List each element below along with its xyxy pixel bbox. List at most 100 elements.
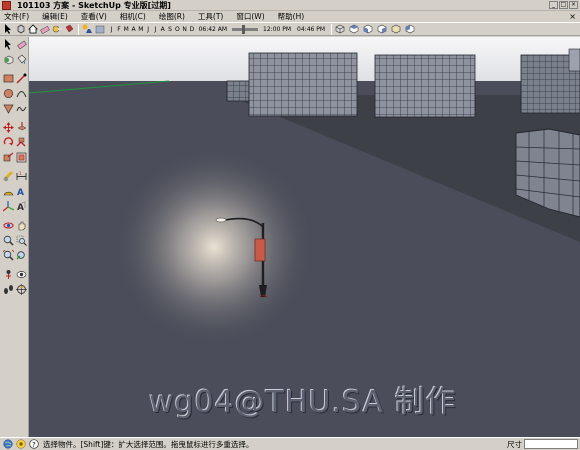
- help-icon[interactable]: ?: [29, 439, 39, 449]
- freehand-icon[interactable]: [15, 103, 27, 115]
- tool-palette: 1 A A: [0, 37, 29, 437]
- close-button[interactable]: ×: [569, 1, 578, 9]
- 3d-viewport[interactable]: wg04@THU.SA 制作: [29, 37, 580, 437]
- building-tower-1: [248, 52, 358, 117]
- month-apr[interactable]: A: [130, 26, 137, 33]
- paint-icon[interactable]: [63, 24, 74, 35]
- maximize-button[interactable]: □: [559, 1, 568, 9]
- rectangle-icon[interactable]: [2, 73, 14, 85]
- window-controls: _ □ ×: [549, 1, 578, 9]
- month-may[interactable]: M: [137, 26, 144, 33]
- left-view-icon[interactable]: [405, 24, 415, 34]
- select-icon[interactable]: [2, 39, 14, 51]
- month-feb[interactable]: F: [115, 26, 122, 33]
- palette-row: [0, 282, 28, 297]
- front-view-icon[interactable]: [363, 24, 373, 34]
- scale-icon[interactable]: [2, 152, 14, 164]
- push-pull-icon[interactable]: [15, 122, 27, 134]
- make-component-icon[interactable]: [2, 54, 14, 66]
- month-dec[interactable]: D: [188, 26, 195, 33]
- back-view-icon[interactable]: [391, 24, 401, 34]
- protractor-icon[interactable]: [2, 186, 14, 198]
- menu-file[interactable]: 文件(F): [4, 11, 29, 22]
- toolbar: J F M A M J J A S O N D 06:42 AM 12:00 P…: [0, 22, 580, 36]
- credits-icon[interactable]: [16, 439, 26, 449]
- month-jul[interactable]: J: [152, 26, 159, 33]
- time-slider[interactable]: [232, 24, 259, 34]
- zoom-extents-icon[interactable]: [2, 250, 14, 262]
- orbit-icon[interactable]: [2, 220, 14, 232]
- palette-row: [0, 52, 28, 67]
- zoom-icon[interactable]: [2, 235, 14, 247]
- svg-text:?: ?: [32, 441, 36, 449]
- shadow-month-selector[interactable]: J F M A M J J A S O N D: [108, 26, 196, 33]
- move-icon[interactable]: [2, 122, 14, 134]
- menu-help[interactable]: 帮助(H): [278, 11, 305, 22]
- select-icon[interactable]: [3, 24, 14, 35]
- arc-icon[interactable]: [15, 88, 27, 100]
- fog-icon[interactable]: [94, 24, 105, 35]
- menu-edit[interactable]: 编辑(E): [42, 11, 68, 22]
- palette-row: [0, 218, 28, 233]
- previous-view-icon[interactable]: [15, 250, 27, 262]
- eraser-icon[interactable]: [15, 39, 27, 51]
- month-jun[interactable]: J: [144, 26, 151, 33]
- palette-row: [0, 101, 28, 116]
- measurements-input[interactable]: [524, 439, 578, 449]
- palette-row: A: [0, 199, 28, 214]
- tape-icon[interactable]: [51, 24, 62, 35]
- month-nov[interactable]: N: [181, 26, 188, 33]
- shadow-icon[interactable]: [82, 24, 93, 35]
- line-icon[interactable]: [15, 73, 27, 85]
- 3d-text-icon[interactable]: A: [15, 201, 27, 213]
- month-jan[interactable]: J: [108, 26, 115, 33]
- lamp-light-glow: [114, 147, 314, 347]
- polygon-icon[interactable]: [2, 103, 14, 115]
- palette-row: [0, 150, 28, 165]
- title-bar: 101103 方案 - SketchUp 专业版[过期] _ □ ×: [0, 0, 580, 11]
- document-close-button[interactable]: ×: [569, 12, 576, 21]
- dimension-icon[interactable]: 1: [15, 171, 27, 183]
- menu-tools[interactable]: 工具(T): [198, 11, 223, 22]
- minimize-button[interactable]: _: [549, 1, 558, 9]
- tape-measure-icon[interactable]: [2, 171, 14, 183]
- axes-icon[interactable]: [2, 201, 14, 213]
- paint-bucket-icon[interactable]: [15, 54, 27, 66]
- house-icon[interactable]: [27, 24, 38, 35]
- menu-draw[interactable]: 绘图(R): [159, 11, 185, 22]
- iso-view-icon[interactable]: [335, 24, 345, 34]
- walk-icon[interactable]: [2, 284, 14, 296]
- component-icon[interactable]: [15, 24, 26, 35]
- palette-row: A: [0, 184, 28, 199]
- window-title: 101103 方案 - SketchUp 专业版[过期]: [17, 0, 171, 10]
- section-plane-icon[interactable]: [15, 284, 27, 296]
- zoom-window-icon[interactable]: [15, 235, 27, 247]
- menu-camera[interactable]: 相机(C): [120, 11, 146, 22]
- status-bar: ? 选择物件。[Shift]键：扩大选择范围。拖曳鼠标进行多重选择。 尺寸: [0, 437, 580, 450]
- right-view-icon[interactable]: [377, 24, 387, 34]
- menu-window[interactable]: 窗口(W): [236, 11, 264, 22]
- text-icon[interactable]: A: [15, 186, 27, 198]
- month-sep[interactable]: S: [166, 26, 173, 33]
- position-camera-icon[interactable]: [2, 269, 14, 281]
- rotate-icon[interactable]: [2, 137, 14, 149]
- palette-row: [0, 248, 28, 263]
- pan-icon[interactable]: [15, 220, 27, 232]
- month-aug[interactable]: A: [159, 26, 166, 33]
- svg-text:A: A: [17, 203, 24, 212]
- circle-icon[interactable]: [2, 88, 14, 100]
- month-oct[interactable]: O: [174, 26, 181, 33]
- month-mar[interactable]: M: [123, 26, 130, 33]
- building-background-right: [568, 48, 580, 72]
- follow-me-icon[interactable]: [15, 137, 27, 149]
- look-around-icon[interactable]: [15, 269, 27, 281]
- top-view-icon[interactable]: [349, 24, 359, 34]
- menu-view[interactable]: 查看(V): [81, 11, 107, 22]
- geolocation-icon[interactable]: [3, 439, 13, 449]
- erase-icon[interactable]: [39, 24, 50, 35]
- sketchup-app-icon: [2, 0, 11, 10]
- status-hint-text: 选择物件。[Shift]键：扩大选择范围。拖曳鼠标进行多重选择。: [43, 439, 254, 449]
- building-left-low: [226, 80, 250, 102]
- offset-icon[interactable]: [15, 152, 27, 164]
- svg-text:A: A: [17, 188, 24, 197]
